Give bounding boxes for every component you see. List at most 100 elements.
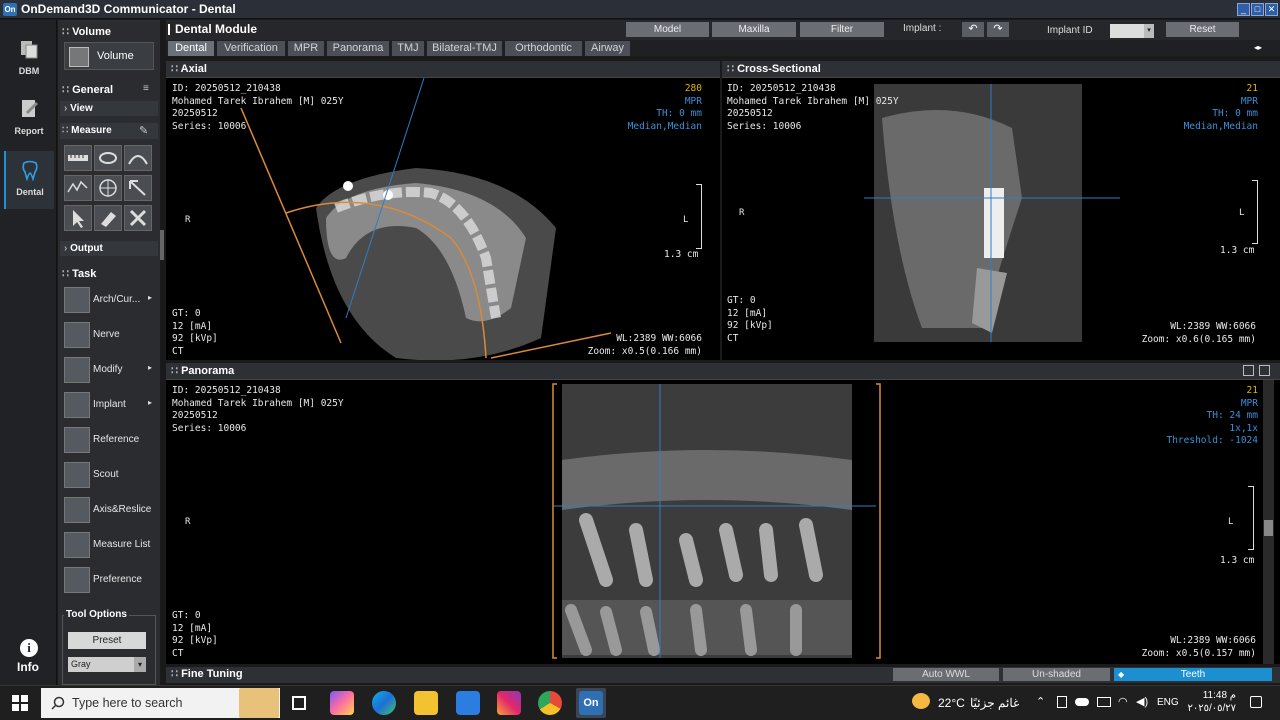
pointer-tool-icon[interactable]: [64, 205, 92, 231]
model-button[interactable]: Model: [626, 22, 709, 37]
task-icon: [64, 567, 90, 593]
ma-value: 12 [mA]: [172, 320, 213, 332]
undo-icon[interactable]: ↶: [962, 22, 984, 37]
maximize-view-icon[interactable]: [1259, 365, 1270, 376]
search-icon: [51, 696, 65, 710]
axial-viewport[interactable]: Axial ID: 20250512_210438 Mohamed Tarek …: [166, 61, 720, 360]
ruler-tool-icon[interactable]: [64, 145, 92, 171]
meet-now-icon[interactable]: [1057, 696, 1067, 708]
instagram-icon[interactable]: [497, 691, 521, 715]
delete-tool-icon[interactable]: [124, 205, 152, 231]
auto-wwl-button[interactable]: Auto WWL: [893, 668, 999, 681]
tab-mpr[interactable]: MPR: [288, 41, 324, 56]
task-item[interactable]: Reference: [62, 424, 158, 456]
search-highlight-image: [239, 688, 279, 718]
wifi-icon[interactable]: ◠: [1118, 695, 1128, 708]
layout-grid-icon[interactable]: [1243, 365, 1254, 376]
teeth-select[interactable]: ◆ Teeth: [1114, 668, 1272, 681]
task-icon: [64, 497, 90, 523]
panel-collapse-handle[interactable]: [160, 230, 164, 260]
tab-tmj[interactable]: TMJ: [392, 41, 424, 56]
filter-button[interactable]: Filter: [800, 22, 884, 37]
task-label: Scout: [93, 469, 119, 480]
unshaded-button[interactable]: Un-shaded: [1003, 668, 1110, 681]
colormap-select[interactable]: Gray ▾: [68, 657, 146, 672]
ondemand-taskbar-item[interactable]: On: [576, 688, 606, 718]
measure-section[interactable]: Measure: [62, 125, 112, 136]
globe-tool-icon[interactable]: [94, 175, 122, 201]
maxilla-button[interactable]: Maxilla: [712, 22, 796, 37]
weather-icon[interactable]: [912, 693, 930, 709]
cross-sectional-viewport[interactable]: Cross-Sectional ID: 20250512_210438 Moha…: [722, 61, 1280, 360]
tab-verification[interactable]: Verification: [217, 41, 285, 56]
angle-tool-icon[interactable]: [94, 145, 122, 171]
scrollbar-thumb[interactable]: [1264, 520, 1273, 536]
pin-icon[interactable]: ✎: [139, 124, 148, 137]
preset-button[interactable]: Preset: [68, 632, 146, 649]
microsoft-store-icon[interactable]: [456, 691, 480, 715]
weather-description[interactable]: غائم جزئيًا: [970, 696, 1019, 710]
task-item[interactable]: Scout: [62, 459, 158, 491]
reset-button[interactable]: Reset: [1166, 22, 1239, 37]
tab-dental[interactable]: Dental: [168, 41, 214, 56]
task-item[interactable]: Arch/Cur... ▸: [62, 284, 158, 316]
task-item[interactable]: Modify ▸: [62, 354, 158, 386]
info-label[interactable]: Info: [17, 660, 39, 674]
copilot-icon[interactable]: [330, 691, 354, 715]
windows-start-icon[interactable]: [12, 695, 28, 711]
arch-tool-icon[interactable]: [124, 145, 152, 171]
rail-item-label: Dental: [16, 187, 44, 197]
scale-bar: [696, 184, 702, 249]
task-item[interactable]: Axis&Reslice: [62, 494, 158, 526]
maximize-button[interactable]: □: [1251, 3, 1264, 16]
task-item[interactable]: Implant ▸: [62, 389, 158, 421]
task-item[interactable]: Preference: [62, 564, 158, 596]
vertical-scrollbar[interactable]: [1263, 380, 1274, 664]
profile-tool-icon[interactable]: [64, 175, 92, 201]
panorama-viewport[interactable]: Panorama ID: 20250512_210438 Mohamed Tar…: [166, 363, 1280, 664]
system-clock[interactable]: 11:48 م ٢٠٢٥/٠٥/٢٧: [1186, 689, 1236, 715]
volume-icon[interactable]: ◀): [1136, 695, 1148, 708]
eraser-tool-icon[interactable]: [94, 205, 122, 231]
file-explorer-icon[interactable]: [414, 691, 438, 715]
tab-scroll-arrows-icon[interactable]: ◂▸: [1254, 43, 1262, 52]
chrome-icon[interactable]: [538, 691, 562, 715]
rail-item-label: Report: [14, 126, 44, 136]
task-item[interactable]: Nerve: [62, 319, 158, 351]
minimize-button[interactable]: _: [1237, 3, 1250, 16]
implant-id-select[interactable]: ▾: [1110, 24, 1154, 38]
info-icon[interactable]: i: [20, 639, 38, 657]
task-item[interactable]: Measure List: [62, 529, 158, 561]
weather-temperature[interactable]: 22°C: [938, 696, 965, 710]
redo-icon[interactable]: ↷: [987, 22, 1009, 37]
scale-bar: [1248, 486, 1254, 550]
language-indicator[interactable]: ENG: [1157, 697, 1179, 708]
volume-button[interactable]: Volume: [64, 42, 154, 70]
menu-icon[interactable]: ≡: [143, 83, 149, 94]
output-section[interactable]: Output: [60, 241, 158, 256]
task-label: Axis&Reslice: [93, 504, 152, 515]
view-section[interactable]: View: [60, 101, 158, 116]
onedrive-icon[interactable]: [1075, 698, 1089, 706]
rail-item-report[interactable]: Report: [4, 90, 54, 148]
notification-icon[interactable]: [1250, 696, 1262, 708]
zoom-level: Zoom: x0.6(0.165 mm): [1141, 333, 1256, 345]
scale-bar: [1252, 180, 1258, 244]
tab-bilateral-tmj[interactable]: Bilateral-TMJ: [427, 41, 502, 56]
slice-number: 21: [1246, 385, 1258, 396]
chevron-up-icon[interactable]: ⌃: [1036, 695, 1045, 708]
tab-orthodontic[interactable]: Orthodontic: [505, 41, 582, 56]
rail-item-dbm[interactable]: DBM: [4, 30, 54, 88]
rail-item-dental[interactable]: Dental: [4, 151, 54, 209]
task-view-icon[interactable]: [292, 696, 306, 710]
arrow-annotation-icon[interactable]: [124, 175, 152, 201]
tab-airway[interactable]: Airway: [585, 41, 630, 56]
task-icon: [64, 532, 90, 558]
close-button[interactable]: ✕: [1265, 3, 1278, 16]
taskbar-search-input[interactable]: Type here to search: [41, 688, 280, 718]
battery-icon[interactable]: [1097, 697, 1111, 707]
tab-panorama[interactable]: Panorama: [327, 41, 389, 56]
fine-tuning-label[interactable]: Fine Tuning: [171, 667, 243, 682]
edge-browser-icon[interactable]: [372, 691, 396, 715]
series-number: Series: 10006: [727, 120, 802, 132]
